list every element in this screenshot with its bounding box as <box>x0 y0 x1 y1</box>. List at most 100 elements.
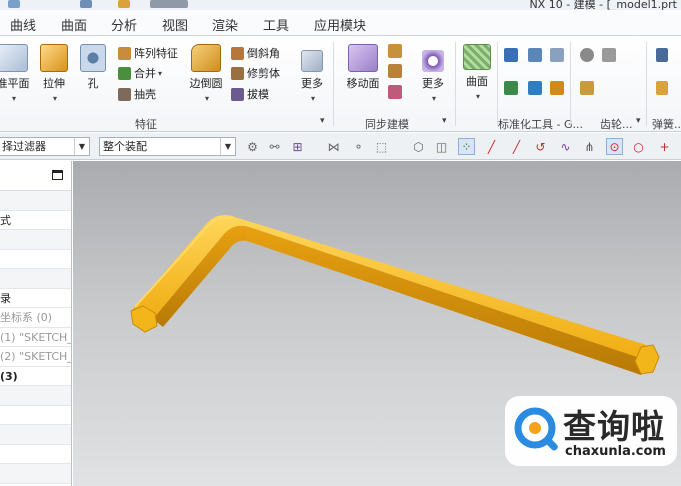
part-navigator: 式录坐标系 (0) (1) "SKETCH_ (2) "SKETCH_ (3) <box>0 161 72 486</box>
std-tool-icon-3[interactable] <box>550 48 564 62</box>
snap-intersection-icon[interactable]: ∿ <box>557 138 574 155</box>
navigator-row[interactable]: 坐标系 (0) <box>0 308 71 328</box>
ribbon: 准平面 ▾ 拉伸 ▾ 孔 阵列特征 合并 ▾ 抽壳 边倒圆 ▾ 倒斜角 修剪体 … <box>0 36 681 132</box>
feature-group-expand-icon[interactable]: ▾ <box>320 116 325 126</box>
navigator-row[interactable]: (2) "SKETCH_ <box>0 347 71 367</box>
snap-grid-icon[interactable]: ⁘ <box>458 138 475 155</box>
watermark-logo: 查询啦 chaxunla.com <box>505 396 677 466</box>
std-tool-icon-1[interactable] <box>504 48 518 62</box>
snap-arc-center-icon[interactable]: ⊙ <box>606 138 623 155</box>
snap-control-icon[interactable]: ↺ <box>532 138 549 155</box>
navigator-row[interactable] <box>0 230 71 250</box>
save-icon[interactable] <box>8 0 20 8</box>
unite-icon <box>118 66 131 80</box>
navigator-row[interactable] <box>0 250 71 269</box>
navigator-row[interactable]: (3) <box>0 367 71 386</box>
gear-tool-icon-3[interactable] <box>580 81 594 95</box>
selection-filter-dropdown[interactable]: 择过滤器 ▼ <box>0 137 90 156</box>
navigator-row[interactable] <box>0 445 71 464</box>
navigator-row[interactable] <box>0 425 71 445</box>
hex-key-model[interactable] <box>130 215 660 375</box>
spring-tool-icon-2[interactable] <box>656 81 668 95</box>
navigator-row[interactable] <box>0 269 71 289</box>
filter-body-icon[interactable]: ⬡ <box>410 138 427 155</box>
navigator-row[interactable]: 录 <box>0 289 71 308</box>
navigator-row[interactable] <box>0 464 71 484</box>
menu-tools[interactable]: 工具 <box>263 15 289 34</box>
window-menu-icon[interactable] <box>150 0 188 8</box>
menu-surface[interactable]: 曲面 <box>61 15 87 34</box>
chamfer-label: 倒斜角 <box>247 47 280 60</box>
menu-render[interactable]: 渲染 <box>212 15 238 34</box>
surface-button[interactable]: 曲面 ▾ <box>461 44 493 102</box>
navigator-row[interactable] <box>0 406 71 425</box>
sync-small-icon-1[interactable] <box>388 44 402 58</box>
draft-label: 拔模 <box>247 88 269 101</box>
snap-endpoint-icon[interactable]: ╱ <box>483 138 500 155</box>
std-tool-icon-6[interactable] <box>550 81 564 95</box>
sync-group-label: 同步建模 <box>365 118 409 131</box>
std-tool-icon-4[interactable] <box>504 81 518 95</box>
touch-mode-icon[interactable] <box>118 0 130 8</box>
menu-curve[interactable]: 曲线 <box>10 15 36 34</box>
navigator-row[interactable] <box>0 386 71 406</box>
snap-existing-point-icon[interactable]: + <box>656 138 673 155</box>
navigator-row[interactable]: (1) "SKETCH_ <box>0 328 71 347</box>
unite-button[interactable]: 合并 ▾ <box>118 64 162 82</box>
group-divider <box>333 42 334 126</box>
datum-plane-button[interactable]: 准平面 ▾ <box>0 44 34 104</box>
menu-analysis[interactable]: 分析 <box>111 15 137 34</box>
std-tool-icon-2[interactable] <box>528 48 542 62</box>
group-divider <box>570 42 571 126</box>
magnifier-logo-icon <box>514 407 558 451</box>
sync-small-icon-3[interactable] <box>388 85 402 99</box>
chamfer-button[interactable]: 倒斜角 <box>231 44 280 62</box>
assembly-scope-dropdown[interactable]: 整个装配 ▼ <box>99 137 236 156</box>
menu-view[interactable]: 视图 <box>162 15 188 34</box>
std-tool-icon-5[interactable] <box>528 81 542 95</box>
spring-tool-icon-1[interactable] <box>656 48 668 62</box>
datum-plane-icon <box>0 44 28 72</box>
selection-bar: 择过滤器 ▼ 整个装配 ▼ ⚙ ⚯ ⊞ ⋈ ⚬ ⬚ ⬡ ◫ ⁘ ╱ ╱ ↺ ∿ … <box>0 133 681 160</box>
select-feature-icon[interactable]: ⚯ <box>266 138 283 155</box>
pattern-feature-button[interactable]: 阵列特征 <box>118 44 178 62</box>
snap-quadrant-icon[interactable]: ○ <box>630 138 647 155</box>
move-face-button[interactable]: 移动面 <box>343 44 383 91</box>
filter-face-icon[interactable]: ◫ <box>433 138 450 155</box>
watermark-url: chaxunla.com <box>565 444 666 459</box>
sync-group-expand-icon[interactable]: ▾ <box>442 116 447 126</box>
rectangle-select-icon[interactable]: ⬚ <box>373 138 390 155</box>
extrude-button[interactable]: 拉伸 ▾ <box>37 44 71 104</box>
shell-label: 抽壳 <box>134 88 156 101</box>
sync-small-icon-2[interactable] <box>388 64 402 78</box>
surface-label: 曲面 <box>466 75 488 88</box>
edge-blend-button[interactable]: 边倒圆 ▾ <box>187 44 225 104</box>
extrude-icon <box>40 44 68 72</box>
navigator-row[interactable]: 式 <box>0 211 71 230</box>
snap-center-icon[interactable]: ⋔ <box>581 138 598 155</box>
menu-application[interactable]: 应用模块 <box>314 15 366 34</box>
gear-icon[interactable] <box>580 48 594 62</box>
menu-bar: 曲线 曲面 分析 视图 渲染 工具 应用模块 <box>0 10 681 36</box>
maximize-icon[interactable] <box>52 170 63 180</box>
draft-button[interactable]: 拔模 <box>231 85 269 103</box>
undo-icon[interactable] <box>80 0 92 8</box>
feature-more-button[interactable]: 更多 ▾ <box>296 50 328 104</box>
hole-button[interactable]: 孔 <box>78 44 108 91</box>
select-faces-icon[interactable]: ⚬ <box>350 138 367 155</box>
snap-midpoint-icon[interactable]: ╱ <box>508 138 525 155</box>
shell-button[interactable]: 抽壳 <box>118 85 156 103</box>
gear-tool-icon-2[interactable] <box>602 48 616 62</box>
select-icon[interactable]: ⚙ <box>244 138 261 155</box>
gear-group-expand-icon[interactable]: ▾ <box>636 116 641 126</box>
surface-icon <box>463 44 491 70</box>
more-icon <box>301 50 323 72</box>
sync-more-button[interactable]: 更多 ▾ <box>418 50 448 104</box>
trim-body-button[interactable]: 修剪体 <box>231 64 280 82</box>
gear-group-label: 齿轮... <box>600 118 633 131</box>
selection-filter-value: 择过滤器 <box>2 140 46 153</box>
navigator-row[interactable] <box>0 191 71 211</box>
snap-point-icon[interactable]: ⊞ <box>289 138 306 155</box>
unite-label: 合并 <box>134 67 156 80</box>
link-icon[interactable]: ⋈ <box>325 138 342 155</box>
